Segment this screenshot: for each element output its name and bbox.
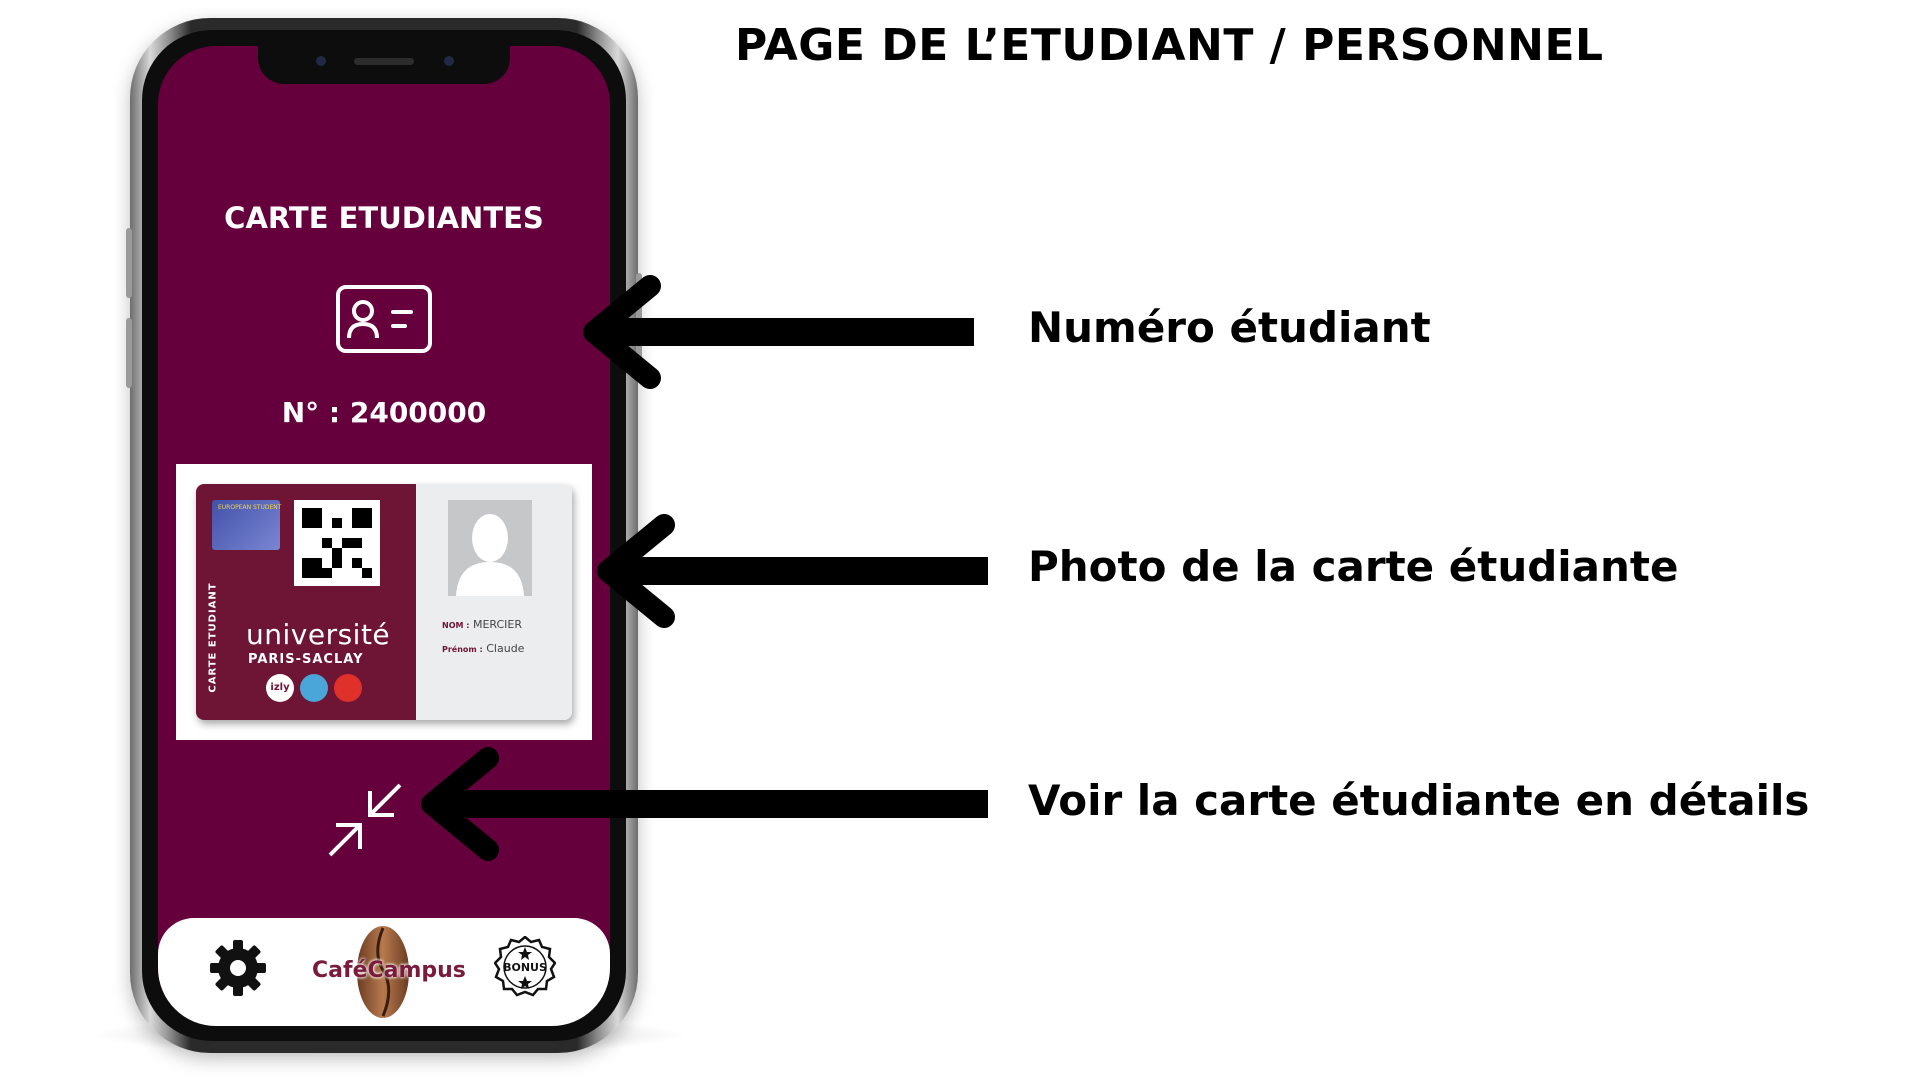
bonus-badge-icon[interactable]: BONUS <box>494 936 556 998</box>
arrow-left-icon <box>597 514 988 628</box>
screen-title: CARTE ETUDIANTES <box>224 201 544 235</box>
card-prenom-label: Prénom : <box>442 645 483 654</box>
expand-arrows-icon[interactable] <box>326 781 404 859</box>
annotation-card-photo: Photo de la carte étudiante <box>1028 542 1679 591</box>
arrow-left-icon <box>421 747 988 861</box>
phone-notch <box>258 46 510 84</box>
page-title: PAGE DE L’ETUDIANT / PERSONNEL <box>735 20 1604 71</box>
qr-code-icon <box>294 500 380 586</box>
european-student-badge: EUROPEAN STUDENT <box>212 500 282 550</box>
portrait-placeholder <box>448 500 532 596</box>
canvas: PAGE DE L’ETUDIANT / PERSONNEL CARTE ETU… <box>0 0 1920 1080</box>
card-nom-row: NOM : MERCIER <box>442 618 522 631</box>
speaker-grille <box>354 58 414 65</box>
student-card: CARTE ETUDIANT EUROPEAN STUDENT universi… <box>196 484 572 720</box>
partner-logo-red-icon <box>334 674 362 702</box>
student-number: N° : 2400000 <box>281 396 487 429</box>
phone-mockup: CARTE ETUDIANTES N° : 2400000 CARTE ETUD… <box>126 18 642 1053</box>
arrow-left-icon <box>583 275 974 389</box>
volume-up-button <box>126 228 132 298</box>
izly-logo-icon: izly <box>266 674 294 702</box>
cafecampus-logo[interactable]: CaféCampus <box>312 958 466 983</box>
gear-icon[interactable] <box>210 940 266 996</box>
university-subtitle: PARIS-SACLAY <box>248 652 364 667</box>
card-right-panel: NOM : MERCIER Prénom : Claude <box>416 484 572 720</box>
partner-logo-icon <box>300 674 328 702</box>
sensor-icon <box>316 56 326 66</box>
student-card-photo[interactable]: CARTE ETUDIANT EUROPEAN STUDENT universi… <box>176 464 592 740</box>
brand-cafe-text: Café <box>312 958 368 983</box>
phone-screen: CARTE ETUDIANTES N° : 2400000 CARTE ETUD… <box>158 46 610 1026</box>
volume-down-button <box>126 318 132 388</box>
card-nom-value: MERCIER <box>472 618 523 631</box>
brand-campus-text: Campus <box>367 958 466 983</box>
card-vertical-label: CARTE ETUDIANT <box>207 582 219 693</box>
card-prenom-value: Claude <box>486 642 525 655</box>
annotation-details: Voir la carte étudiante en détails <box>1028 776 1810 825</box>
card-prenom-row: Prénom : Claude <box>442 642 524 655</box>
card-nom-label: NOM : <box>442 621 470 630</box>
university-name: université <box>246 618 391 651</box>
id-card-icon <box>336 285 432 353</box>
bottom-nav: CaféCampus BONUS <box>158 918 610 1026</box>
bonus-label: BONUS <box>503 961 547 974</box>
eu-badge-label: EUROPEAN STUDENT <box>218 504 282 511</box>
annotation-student-number: Numéro étudiant <box>1028 303 1431 352</box>
card-left-panel: CARTE ETUDIANT EUROPEAN STUDENT universi… <box>196 484 416 720</box>
front-camera-icon <box>444 56 454 66</box>
